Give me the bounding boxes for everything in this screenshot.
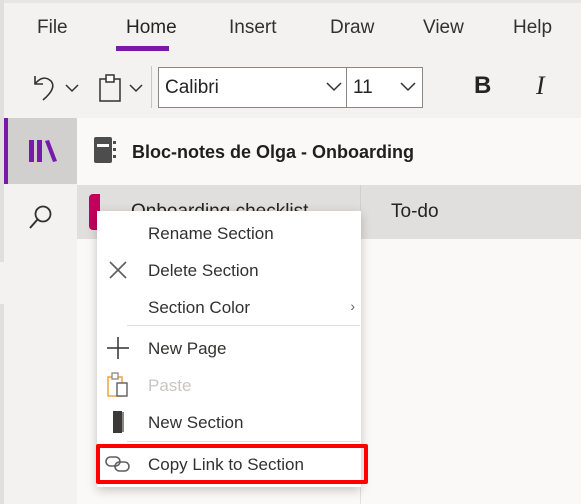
menu-item-section-color[interactable]: Section Color › — [97, 288, 361, 325]
selected-indicator — [4, 118, 8, 184]
paste-dropdown[interactable] — [128, 80, 144, 96]
search-button[interactable] — [4, 188, 77, 242]
menu-item-label: Delete Section — [148, 261, 259, 280]
tab-file[interactable]: File — [37, 17, 68, 39]
font-size-dropdown[interactable]: 11 — [346, 67, 423, 108]
chevron-down-icon — [65, 84, 79, 93]
toolbar-separator — [151, 66, 152, 108]
menu-item-label: Section Color — [148, 298, 251, 317]
chevron-down-icon — [129, 84, 143, 93]
italic-button[interactable]: I — [536, 71, 545, 101]
menu-item-label: Rename Section — [148, 224, 274, 243]
tab-draw[interactable]: Draw — [330, 17, 374, 39]
tab-home[interactable]: Home — [126, 17, 177, 39]
active-tab-indicator — [116, 46, 169, 51]
ribbon-toolbar: Calibri 11 B I — [4, 62, 581, 114]
tab-insert[interactable]: Insert — [229, 17, 277, 39]
tab-help[interactable]: Help — [513, 17, 552, 39]
plus-icon — [105, 335, 131, 361]
menu-item-new-page[interactable]: New Page — [97, 329, 361, 366]
menu-item-delete-section[interactable]: Delete Section — [97, 251, 361, 288]
menu-item-label: New Page — [148, 339, 227, 358]
nav-rail — [4, 118, 77, 504]
search-icon — [29, 205, 52, 229]
page-item[interactable]: To-do — [360, 185, 581, 239]
notebook-title: Bloc-notes de Olga - Onboarding — [132, 142, 415, 162]
submenu-chevron-icon: › — [350, 298, 355, 314]
section-icon — [105, 409, 131, 435]
notebook-header[interactable]: Bloc-notes de Olga - Onboarding — [77, 118, 581, 185]
menu-item-paste[interactable]: Paste — [97, 366, 361, 403]
font-name-dropdown[interactable]: Calibri — [158, 67, 347, 108]
menu-item-copy-link-to-section[interactable]: Copy Link to Section — [97, 445, 361, 482]
chevron-down-icon — [326, 82, 342, 92]
menu-separator — [127, 325, 360, 326]
menu-item-label: Paste — [148, 376, 192, 395]
menu-item-label: New Section — [148, 413, 244, 432]
context-menu: Rename Section Delete Section Section Co… — [97, 211, 361, 487]
notebooks-button[interactable] — [4, 118, 77, 184]
menu-item-rename-section[interactable]: Rename Section — [97, 214, 361, 251]
undo-icon — [34, 76, 54, 101]
clipboard-icon — [99, 74, 121, 102]
paste-button[interactable] — [96, 72, 124, 104]
paste-icon — [105, 372, 131, 398]
font-size-value: 11 — [353, 77, 373, 98]
menu-item-label: Copy Link to Section — [148, 455, 304, 474]
menu-item-new-section[interactable]: New Section — [97, 403, 361, 440]
undo-dropdown[interactable] — [64, 80, 80, 96]
notebooks-icon — [29, 140, 57, 162]
bold-button[interactable]: B — [474, 72, 491, 100]
tab-view[interactable]: View — [423, 17, 464, 39]
menu-separator — [127, 441, 360, 442]
chevron-down-icon — [400, 82, 416, 92]
page-name: To-do — [391, 201, 439, 222]
notebook-icon — [94, 137, 116, 163]
font-name-value: Calibri — [165, 77, 219, 98]
link-icon — [105, 451, 131, 477]
ribbon-tabs: File Home Insert Draw View Help — [4, 0, 581, 56]
close-icon — [105, 257, 131, 283]
undo-button[interactable] — [30, 72, 60, 102]
